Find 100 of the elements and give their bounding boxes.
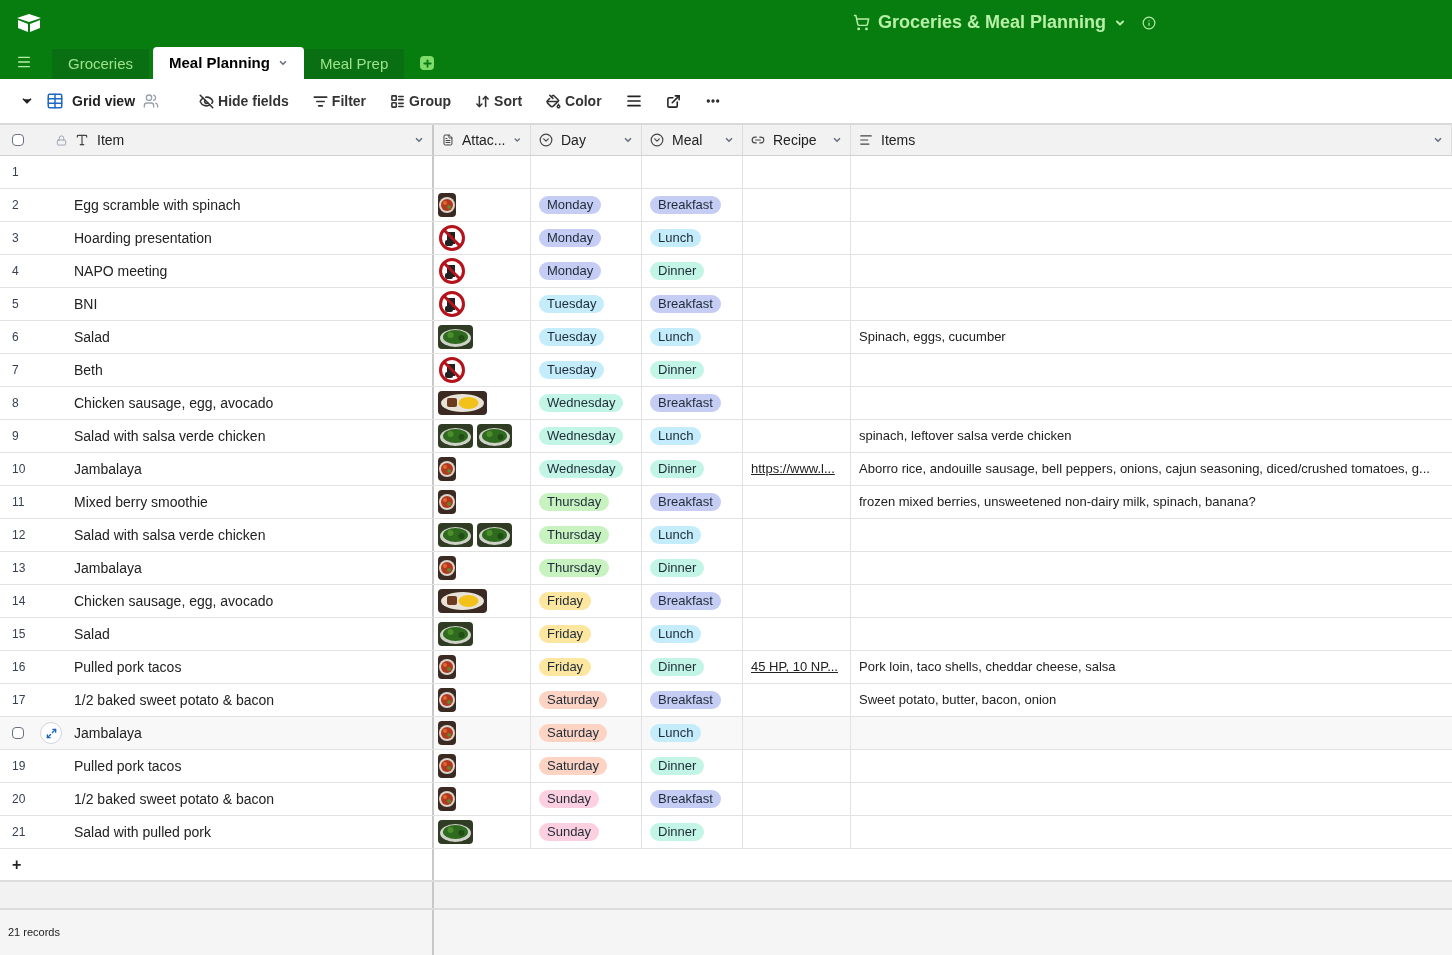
- info-icon[interactable]: [1142, 15, 1157, 30]
- dropdown-icon: [650, 133, 664, 147]
- row-number: 13: [12, 560, 26, 577]
- table-row[interactable]: 20 1/2 baked sweet potato & bacon Sunday Breakfast: [0, 783, 1452, 816]
- row-number: 9: [12, 428, 19, 445]
- tag: Dinner: [650, 823, 705, 841]
- row-number: 1: [12, 164, 19, 181]
- no-food-icon: [438, 290, 466, 318]
- table-row[interactable]: 9 Salad with salsa verde chicken Wednesday Lunch spinach, leftover salsa verde chicken: [0, 420, 1452, 453]
- row-height-icon[interactable]: [625, 93, 642, 109]
- add-tab-button[interactable]: [420, 56, 435, 70]
- app-title[interactable]: Groceries & Meal Planning: [878, 9, 1107, 36]
- column-header[interactable]: Recipe: [743, 125, 851, 155]
- table-cell-text: Pork loin, taco shells, cheddar cheese, salsa: [859, 658, 1116, 677]
- table-row[interactable]: 5 BNI Tuesday Breakfast: [0, 288, 1452, 321]
- table-cell-text: Jambalaya: [74, 723, 142, 743]
- group-button[interactable]: Group: [390, 90, 452, 112]
- plus-icon: [421, 57, 433, 69]
- share-icon[interactable]: [665, 93, 681, 109]
- tag: Dinner: [650, 658, 705, 676]
- tag: Friday: [539, 592, 592, 610]
- list-icon: [390, 93, 406, 109]
- table-row[interactable]: 4 NAPO meeting Monday Dinner: [0, 255, 1452, 288]
- tag: Dinner: [650, 460, 705, 478]
- expand-button[interactable]: [40, 722, 62, 744]
- table-cell-text: Pulled pork tacos: [74, 756, 182, 776]
- table-row[interactable]: 8 Chicken sausage, egg, avocado Wednesday Breakfast: [0, 387, 1452, 420]
- table-cell-text: Hoarding presentation: [74, 228, 212, 248]
- table-row[interactable]: 15 Salad Friday Lunch: [0, 618, 1452, 651]
- color-button[interactable]: Color: [546, 90, 602, 112]
- table-cell-text: Chicken sausage, egg, avocado: [74, 393, 274, 413]
- table-cell-text: spinach, leftover salsa verde chicken: [859, 427, 1072, 446]
- row-number: 15: [12, 626, 26, 643]
- table-row[interactable]: 19 Pulled pork tacos Saturday Dinner: [0, 750, 1452, 783]
- table-row[interactable]: 12 Salad with salsa verde chicken Thursday Lunch: [0, 519, 1452, 552]
- paint-bucket-icon: [546, 93, 562, 109]
- row-number: 2: [12, 197, 19, 214]
- tag: Tuesday: [539, 295, 605, 313]
- table-cell-text: Salad with pulled pork: [74, 822, 211, 842]
- table-cell-text: BNI: [74, 294, 98, 314]
- column-header[interactable]: Meal: [642, 125, 743, 155]
- recipe-link[interactable]: https://www.l...: [751, 459, 835, 479]
- sort-button[interactable]: Sort: [475, 90, 523, 112]
- filter-button[interactable]: Filter: [312, 90, 367, 112]
- expand-icon: [45, 727, 57, 739]
- table-cell-text: Aborro rice, andouille sausage, bell peppers, onions, cajun seasoning, diced/crushed tomatoes, g...: [859, 460, 1430, 479]
- arrows-icon: [475, 93, 491, 109]
- column-header[interactable]: Day: [531, 125, 642, 155]
- add-row-button[interactable]: +: [12, 852, 22, 877]
- table-row[interactable]: 1: [0, 156, 1452, 189]
- checkbox[interactable]: [12, 727, 24, 739]
- table-row[interactable]: 16 Pulled pork tacos Friday Dinner 45 HP, 10 NP... Pork loin, taco shells, cheddar cheese, salsa: [0, 651, 1452, 684]
- table-row[interactable]: Jambalaya Saturday Lunch: [0, 717, 1452, 750]
- letter-icon: [75, 133, 89, 147]
- tag: Dinner: [650, 262, 705, 280]
- table-row[interactable]: 7 Beth Tuesday Dinner: [0, 354, 1452, 387]
- menu-icon[interactable]: [16, 54, 32, 70]
- column-title: Items: [881, 130, 917, 150]
- tab[interactable]: Groceries: [52, 49, 150, 79]
- table-cell-text: Jambalaya: [74, 558, 142, 578]
- tab[interactable]: Meal Planning: [153, 47, 304, 79]
- column-header[interactable]: Attac...: [434, 125, 531, 155]
- tag: Breakfast: [650, 394, 721, 412]
- table-row[interactable]: 21 Salad with pulled pork Sunday Dinner: [0, 816, 1452, 849]
- no-food-icon: [438, 224, 466, 252]
- table-cell-text: Salad with salsa verde chicken: [74, 525, 266, 545]
- tag: Dinner: [650, 361, 705, 379]
- row-number: 3: [12, 230, 19, 247]
- recipe-link[interactable]: 45 HP, 10 NP...: [751, 657, 838, 677]
- checkbox[interactable]: [12, 134, 24, 146]
- column-title: Meal: [672, 130, 704, 150]
- grid-icon: [46, 92, 64, 110]
- view-name[interactable]: Grid view: [72, 90, 136, 112]
- cart-icon: [853, 14, 870, 31]
- tag: Wednesday: [539, 460, 624, 478]
- table-cell-text: 1/2 baked sweet potato & bacon: [74, 690, 275, 710]
- record-count: 21 records: [8, 925, 60, 941]
- eye-slash-icon: [199, 93, 215, 109]
- table-row[interactable]: 6 Salad Tuesday Lunch Spinach, eggs, cucumber: [0, 321, 1452, 354]
- row-number: 8: [12, 395, 19, 412]
- table-row[interactable]: 13 Jambalaya Thursday Dinner: [0, 552, 1452, 585]
- tag: Tuesday: [539, 328, 605, 346]
- table-row[interactable]: 14 Chicken sausage, egg, avocado Friday Breakfast: [0, 585, 1452, 618]
- document-icon: [442, 133, 454, 147]
- hide-fields-button[interactable]: Hide fields: [199, 90, 289, 112]
- table-row[interactable]: 11 Mixed berry smoothie Thursday Breakfast frozen mixed berries, unsweetened non-dairy milk, spinach, banana?: [0, 486, 1452, 519]
- tag: Friday: [539, 625, 592, 643]
- tag: Sunday: [539, 790, 600, 808]
- row-number: 5: [12, 296, 19, 313]
- table-row[interactable]: 2 Egg scramble with spinach Monday Breakfast: [0, 189, 1452, 222]
- tag: Breakfast: [650, 592, 721, 610]
- table-row[interactable]: 10 Jambalaya Wednesday Dinner https://www.l... Aborro rice, andouille sausage, bell peppers, onions, cajun seasoning, diced/crushed tomatoes, g...: [0, 453, 1452, 486]
- column-title: Recipe: [773, 130, 818, 150]
- table-row[interactable]: 3 Hoarding presentation Monday Lunch: [0, 222, 1452, 255]
- column-header[interactable]: Items: [851, 125, 1452, 155]
- tag: Monday: [539, 262, 602, 280]
- table-row[interactable]: 17 1/2 baked sweet potato & bacon Saturday Breakfast Sweet potato, butter, bacon, onion: [0, 684, 1452, 717]
- table-cell-text: 1/2 baked sweet potato & bacon: [74, 789, 275, 809]
- row-number: 7: [12, 362, 19, 379]
- tab[interactable]: Meal Prep: [303, 49, 405, 79]
